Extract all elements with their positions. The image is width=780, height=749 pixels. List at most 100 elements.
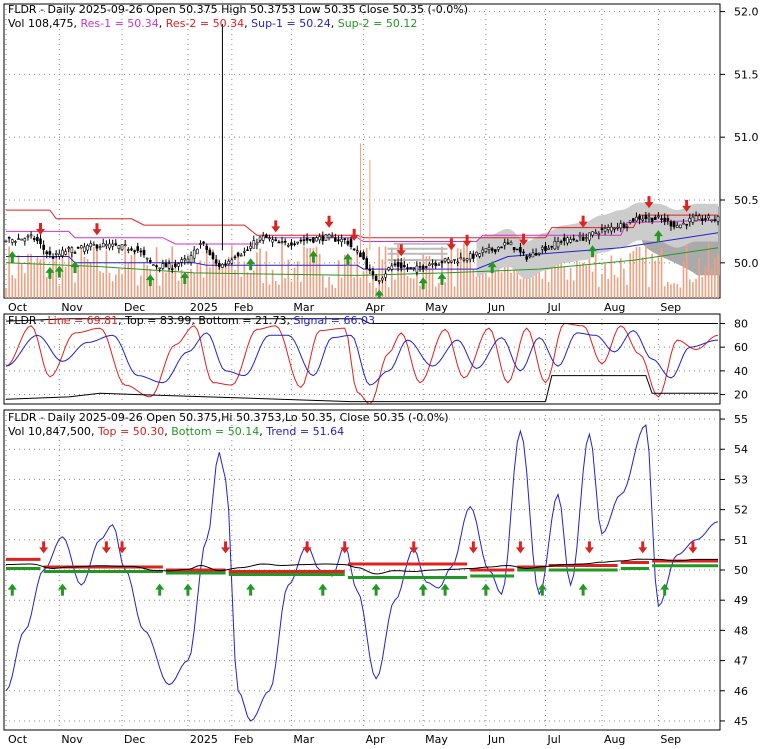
candle-body — [374, 275, 378, 281]
legend-sup2: Sup-2 = 50.12 — [338, 17, 418, 30]
candle-body — [321, 235, 325, 242]
x-tick-label: Jul — [546, 733, 560, 745]
volume-bar — [390, 247, 393, 298]
candle-body — [26, 235, 30, 238]
volume-bar — [431, 265, 434, 298]
volume-bar — [598, 286, 600, 298]
volume-bar — [39, 259, 42, 298]
candle-body — [581, 236, 585, 241]
volume-bar — [246, 272, 249, 298]
candle-body — [716, 216, 720, 222]
candle-body — [597, 232, 601, 235]
candle-body — [208, 249, 212, 255]
y-tick-label: 60 — [734, 341, 748, 354]
volume-bar — [340, 277, 343, 298]
candle-body — [152, 264, 155, 266]
candle-body — [192, 249, 196, 259]
candle-body — [381, 277, 384, 281]
volume-bar — [24, 273, 26, 298]
candle-body — [641, 218, 645, 221]
candle-body — [403, 265, 406, 268]
candle-body — [613, 227, 616, 230]
legend-top: Top = 83.99 — [124, 314, 191, 327]
volume-bar — [52, 256, 54, 298]
candle-body — [616, 226, 619, 229]
candle-body — [177, 263, 180, 267]
volume-bar — [249, 273, 252, 298]
candle-body — [660, 218, 663, 220]
candle-body — [534, 252, 538, 256]
volume-bar — [670, 284, 672, 298]
volume-bar — [80, 246, 83, 298]
volume-bar — [61, 257, 64, 298]
candle-body — [101, 243, 105, 248]
x-tick-label: Nov — [61, 301, 83, 314]
volume-bar — [563, 266, 566, 298]
x-tick-label: Mar — [293, 733, 314, 745]
x-tick-label: Feb — [234, 301, 253, 314]
candle-body — [299, 239, 303, 242]
candle-body — [42, 244, 45, 250]
candle-body — [114, 243, 118, 246]
candle-body — [346, 240, 350, 245]
volume-bar — [707, 243, 710, 298]
volume-bar — [143, 262, 145, 298]
candle-body — [123, 244, 127, 247]
volume-bar — [268, 284, 271, 298]
volume-bar — [74, 282, 76, 298]
volume-bar — [105, 250, 108, 298]
price-bar-shade — [387, 252, 448, 255]
volume-bar — [237, 256, 239, 298]
candle-body — [4, 240, 8, 243]
candle-body — [286, 244, 290, 247]
candle-body — [610, 226, 613, 232]
cycle-legend: Vol 10,847,500, Top = 50.30, Bottom = 50… — [8, 425, 344, 438]
candle-body — [525, 256, 528, 260]
volume-bar — [704, 267, 707, 298]
candle-body — [230, 259, 234, 264]
y-tick-label: 52.0 — [734, 6, 759, 19]
candle-body — [428, 263, 431, 266]
volume-bar — [588, 253, 591, 298]
candle-body — [691, 216, 695, 223]
volume-bar — [14, 278, 17, 298]
candle-body — [117, 245, 121, 249]
legend-cycle-top: Top = 50.30 — [97, 425, 164, 438]
x-tick-label: Nov — [61, 733, 83, 745]
x-tick-label: Oct — [8, 733, 28, 745]
volume-bar — [682, 260, 685, 298]
volume-bar — [714, 257, 716, 298]
volume-bar — [193, 273, 195, 298]
x-tick-label: Dec — [124, 733, 145, 745]
candle-body — [663, 217, 666, 222]
candle-body — [443, 258, 447, 262]
candle-body — [327, 234, 331, 239]
candle-body — [541, 246, 544, 250]
volume-bar — [5, 287, 7, 298]
candle-body — [51, 256, 55, 259]
candle-body — [29, 234, 33, 237]
candle-body — [20, 238, 23, 241]
volume-bar — [356, 248, 359, 298]
volume-bar — [177, 280, 180, 298]
volume-bar — [293, 267, 296, 298]
volume-bar — [585, 265, 588, 298]
candle-body — [302, 239, 306, 241]
candle-body — [79, 245, 83, 249]
candle-body — [127, 249, 130, 251]
candle-body — [227, 260, 230, 265]
volume-bar — [394, 279, 396, 298]
candle-body — [456, 261, 459, 264]
volume-bar — [667, 281, 669, 298]
candle-body — [685, 223, 688, 226]
y-tick-label: 80 — [734, 317, 748, 330]
volume-bar — [8, 246, 10, 298]
candle-body — [440, 260, 444, 264]
volume-bar — [676, 284, 679, 298]
x-tick-label: Oct — [8, 301, 28, 314]
candle-body — [622, 223, 626, 229]
candle-body — [158, 267, 161, 270]
volume-bar — [240, 276, 243, 298]
volume-bar — [688, 279, 691, 298]
volume-bar — [619, 258, 622, 298]
